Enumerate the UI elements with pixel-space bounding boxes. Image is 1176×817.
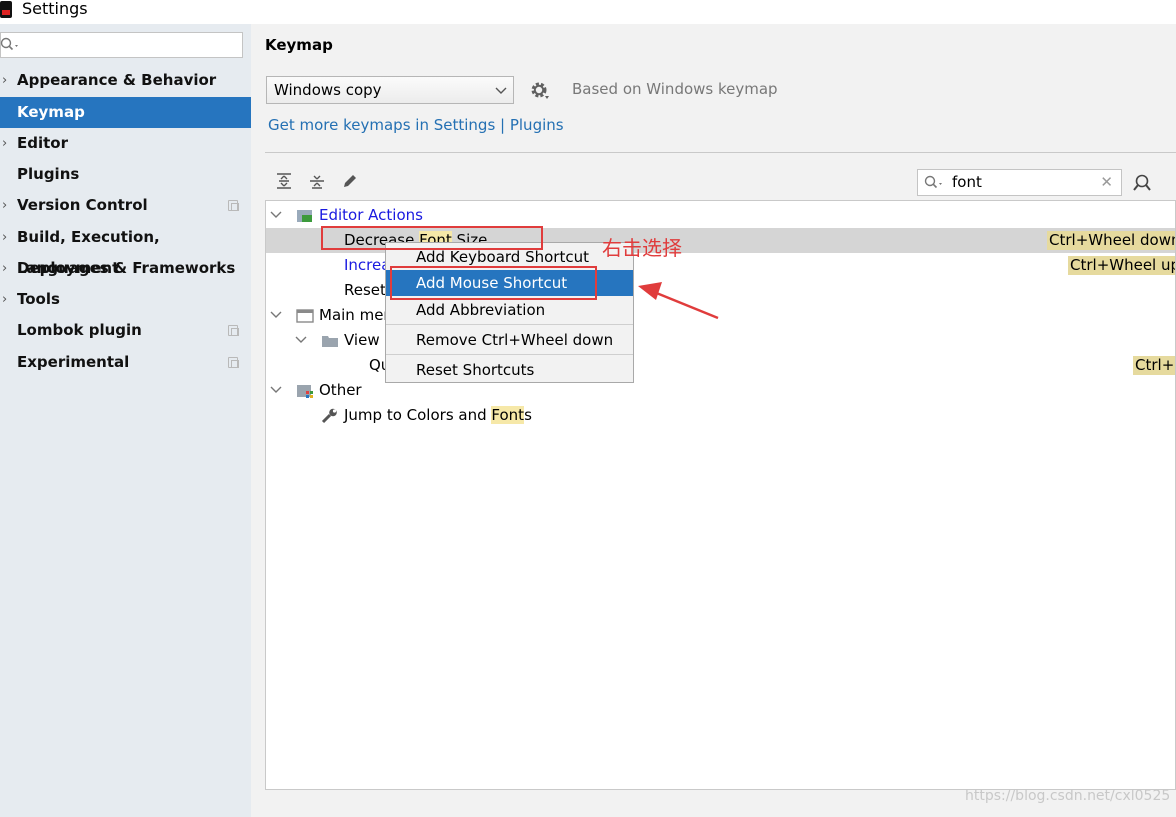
chevron-down-icon[interactable] — [270, 310, 282, 320]
sidebar-item-lombok-plugin[interactable]: Lombok plugin — [0, 315, 251, 346]
project-copy-icon — [228, 325, 239, 336]
find-by-shortcut-icon[interactable] — [1132, 173, 1154, 193]
chevron-down-icon[interactable] — [295, 335, 307, 345]
chevron-down-icon[interactable] — [270, 210, 282, 220]
app-icon — [0, 1, 12, 18]
divider — [265, 152, 1176, 153]
sidebar-item-plugins[interactable]: Plugins — [0, 159, 251, 190]
window-title: Settings — [22, 0, 88, 18]
chevron-down-icon — [495, 87, 507, 94]
tree-row-editor-actions[interactable]: Editor Actions — [266, 203, 1175, 228]
shortcut-badge: Ctrl+Wheel up — [1068, 256, 1175, 275]
chevron-right-icon: › — [2, 198, 8, 213]
menu-item-add-abbreviation[interactable]: Add Abbreviation — [386, 297, 633, 323]
chevron-right-icon: › — [2, 292, 8, 307]
settings-search-input[interactable] — [0, 32, 243, 58]
editor-actions-folder-icon — [297, 210, 312, 222]
shortcut-badge: Ctrl+` — [1133, 356, 1175, 375]
main-menu-icon — [296, 309, 314, 323]
tree-row-jump-to-colors-and-fonts[interactable]: Jump to Colors and Fonts — [266, 403, 1175, 428]
context-menu: Add Keyboard Shortcut Add Mouse Shortcut… — [385, 242, 634, 383]
project-copy-icon — [228, 357, 239, 368]
collapse-all-icon[interactable] — [308, 172, 326, 190]
keymap-panel: Keymap Windows copy Based on Windows key… — [251, 24, 1176, 817]
page-title: Keymap — [265, 36, 333, 54]
sidebar-item-editor[interactable]: › Editor — [0, 128, 251, 159]
get-more-keymaps-link[interactable]: Get more keymaps in Settings | Plugins — [268, 116, 564, 134]
project-copy-icon — [228, 200, 239, 211]
sidebar-item-tools[interactable]: › Tools — [0, 284, 251, 315]
chevron-right-icon: › — [2, 73, 8, 88]
chevron-right-icon: › — [2, 261, 8, 276]
close-icon[interactable]: ✕ — [1100, 173, 1113, 191]
shortcut-badge: Ctrl+Wheel down — [1047, 231, 1175, 250]
wrench-icon — [321, 408, 337, 424]
watermark: https://blog.csdn.net/cxl0525 — [965, 788, 1171, 804]
menu-separator — [386, 324, 633, 325]
settings-sidebar: › Appearance & Behavior Keymap › Editor … — [0, 24, 251, 817]
keymap-filter-input[interactable]: font ✕ — [917, 169, 1122, 196]
sidebar-item-keymap[interactable]: Keymap — [0, 97, 251, 128]
edit-pencil-icon[interactable] — [341, 172, 359, 190]
menu-item-remove-shortcut[interactable]: Remove Ctrl+Wheel down — [386, 327, 633, 353]
folder-icon — [322, 336, 338, 347]
annotation-arrow-icon — [638, 282, 719, 320]
chevron-right-icon: › — [2, 230, 8, 245]
annotation-box-decrease-row — [321, 226, 543, 250]
sidebar-item-languages-frameworks[interactable]: › Languages & Frameworks — [0, 253, 251, 284]
gear-icon[interactable] — [530, 81, 550, 101]
other-actions-icon — [297, 385, 313, 398]
search-icon — [0, 37, 18, 51]
annotation-text: 右击选择 — [602, 236, 682, 260]
keymap-select[interactable]: Windows copy — [266, 76, 514, 104]
expand-all-icon[interactable] — [275, 172, 293, 190]
filter-value: font — [952, 173, 982, 191]
title-bar: Settings — [0, 0, 1176, 24]
chevron-down-icon[interactable] — [270, 385, 282, 395]
menu-separator — [386, 354, 633, 355]
annotation-box-add-mouse-shortcut — [390, 266, 597, 300]
sidebar-item-build-execution-deployment[interactable]: › Build, Execution, Deployment — [0, 222, 251, 277]
sidebar-item-appearance-behavior[interactable]: › Appearance & Behavior — [0, 65, 251, 96]
menu-item-reset-shortcuts[interactable]: Reset Shortcuts — [386, 357, 633, 383]
sidebar-item-experimental[interactable]: Experimental — [0, 347, 251, 378]
chevron-right-icon: › — [2, 136, 8, 151]
based-on-label: Based on Windows keymap — [572, 80, 778, 98]
search-icon — [924, 175, 942, 189]
sidebar-item-version-control[interactable]: › Version Control — [0, 190, 251, 221]
